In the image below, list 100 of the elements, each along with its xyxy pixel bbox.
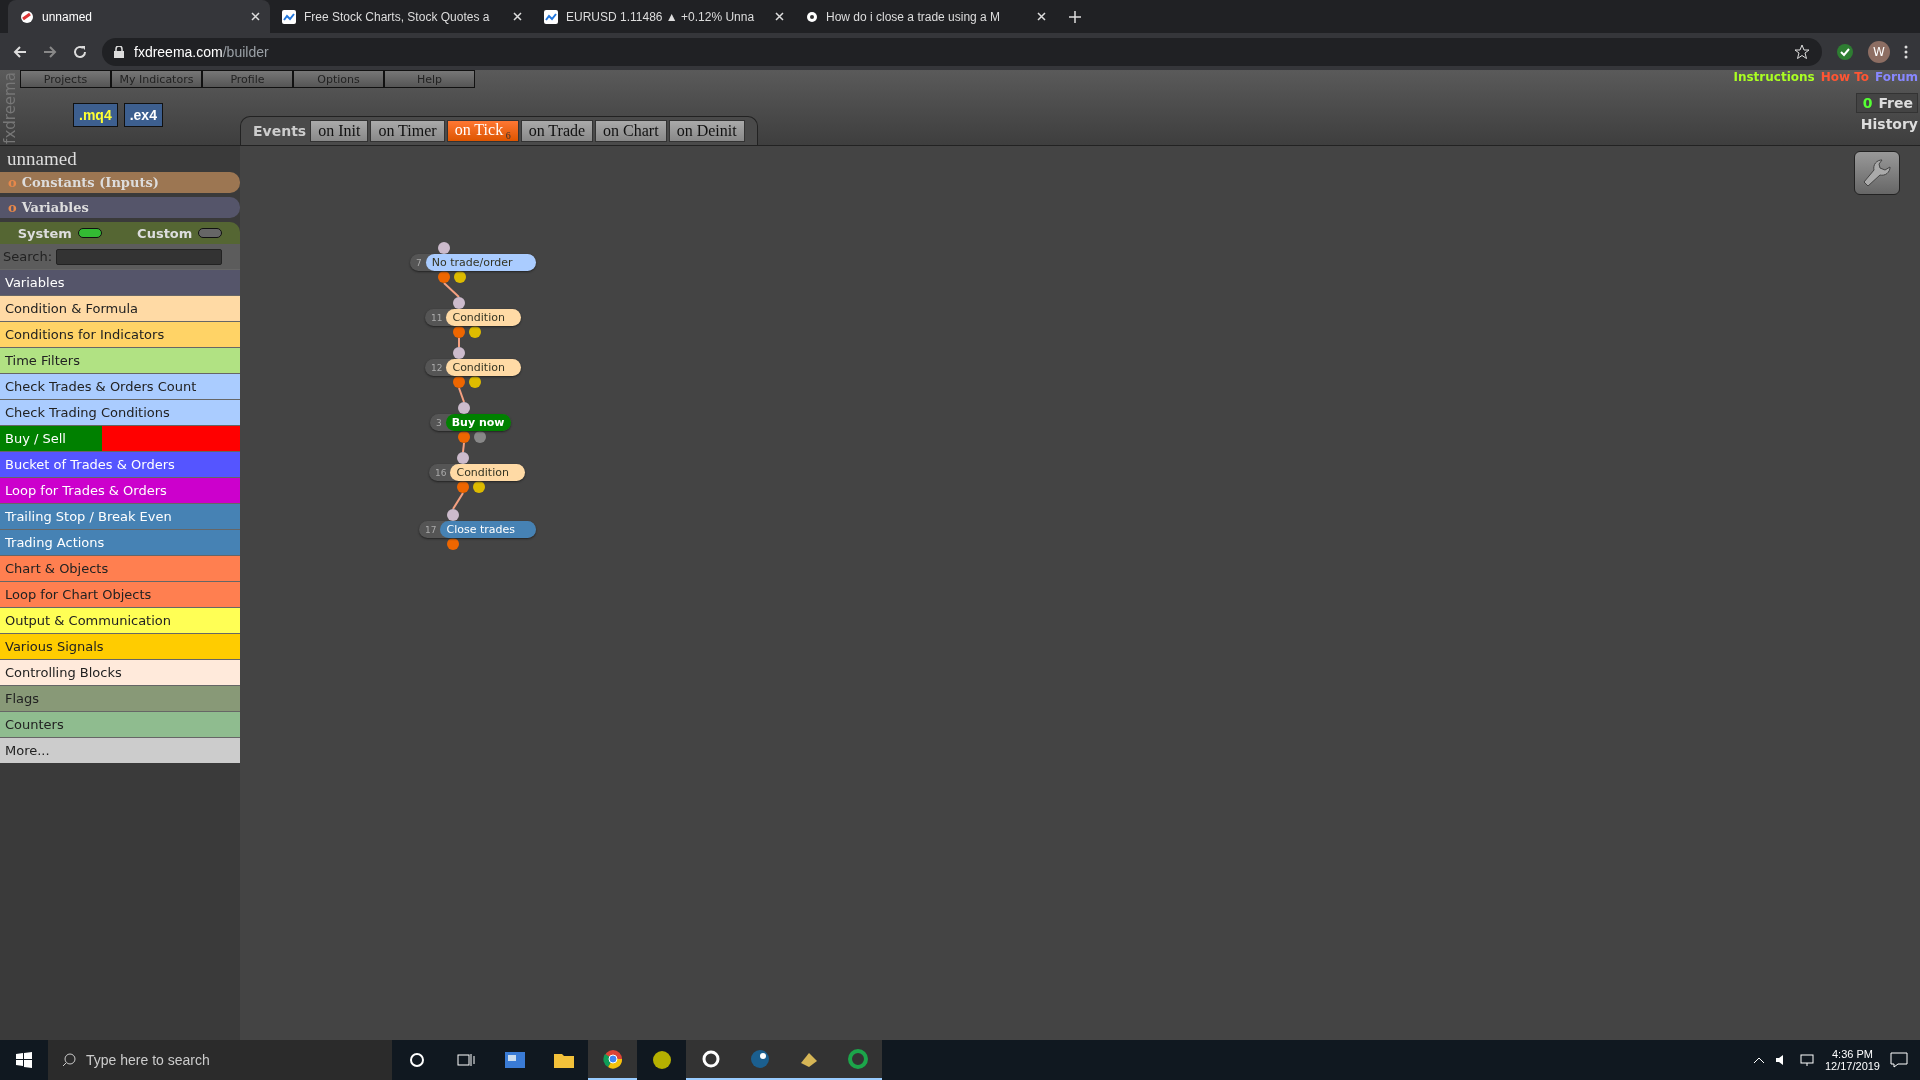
- category-item[interactable]: Check Trades & Orders Count: [0, 373, 240, 399]
- export-button[interactable]: .ex4: [123, 103, 163, 127]
- windows-icon[interactable]: [16, 1052, 32, 1068]
- plus-icon[interactable]: [1068, 10, 1082, 24]
- category-item[interactable]: Flags: [0, 685, 240, 711]
- lock-icon: [114, 45, 124, 58]
- category-item[interactable]: Loop for Chart Objects: [0, 581, 240, 607]
- address-field[interactable]: fxdreema.com/builder: [102, 37, 1822, 66]
- output-port[interactable]: [469, 376, 481, 388]
- free-counter: 0 Free: [1855, 93, 1918, 113]
- input-port[interactable]: [447, 509, 459, 521]
- toggle-label[interactable]: System: [17, 225, 102, 241]
- event-tab[interactable]: on Chart: [595, 120, 667, 142]
- browser-tab[interactable]: EURUSD 1.11486 ▲ +0.12% Unna: [532, 0, 794, 33]
- category-item[interactable]: Counters: [0, 711, 240, 737]
- output-port[interactable]: [453, 326, 465, 338]
- taskbar-search[interactable]: Type here to search: [48, 1040, 392, 1080]
- category-item[interactable]: Various Signals: [0, 633, 240, 659]
- output-port[interactable]: [469, 326, 481, 338]
- event-tab[interactable]: on Tick$_{6}$: [446, 120, 519, 142]
- flow-block[interactable]: 3 Buy now: [430, 414, 511, 431]
- taskbar-clock[interactable]: 4:36 PM 12/17/2019: [1824, 1048, 1880, 1072]
- logo-icon: [20, 9, 34, 24]
- search-field[interactable]: [56, 248, 223, 265]
- network-icon[interactable]: [1798, 1053, 1815, 1067]
- input-port[interactable]: [453, 297, 465, 309]
- event-tab[interactable]: on Timer: [370, 120, 445, 142]
- category-item[interactable]: Condition & Formula: [0, 295, 240, 321]
- flow-block[interactable]: 17 Close trades: [419, 521, 537, 538]
- category-item[interactable]: Buy / Sell: [0, 425, 102, 451]
- circle-icon: [806, 10, 818, 23]
- output-port[interactable]: [473, 481, 485, 493]
- search-icon: [62, 1053, 76, 1067]
- flow-block[interactable]: 11 Condition: [425, 309, 522, 326]
- export-button[interactable]: .mq4: [73, 103, 118, 127]
- category-item[interactable]: Variables: [0, 269, 240, 295]
- notification-icon[interactable]: [1890, 1052, 1908, 1068]
- category-item[interactable]: Time Filters: [0, 347, 240, 373]
- output-port[interactable]: [447, 538, 459, 550]
- profile-avatar[interactable]: W: [1868, 40, 1890, 63]
- output-port[interactable]: [458, 431, 470, 443]
- back-icon[interactable]: [12, 43, 28, 60]
- folder-icon[interactable]: [553, 1052, 574, 1068]
- category-swatch[interactable]: [102, 425, 240, 451]
- circle-app-icon[interactable]: [847, 1049, 868, 1069]
- reload-icon[interactable]: [72, 43, 88, 60]
- event-tab[interactable]: on Trade: [520, 120, 594, 142]
- category-item[interactable]: Loop for Trades & Orders: [0, 477, 240, 503]
- history-link[interactable]: History: [1860, 116, 1918, 132]
- ring-icon[interactable]: [700, 1049, 721, 1069]
- app-icon[interactable]: [504, 1052, 525, 1068]
- section-header[interactable]: o Variables: [0, 197, 240, 218]
- header-link[interactable]: Instructions: [1733, 70, 1815, 84]
- output-port[interactable]: [438, 271, 450, 283]
- settings-button[interactable]: [1854, 151, 1900, 195]
- menu-icon[interactable]: [1904, 44, 1908, 59]
- output-port[interactable]: [474, 431, 486, 443]
- task-view-icon[interactable]: [456, 1052, 475, 1068]
- category-item[interactable]: Controlling Blocks: [0, 659, 240, 685]
- category-item[interactable]: More...: [0, 737, 240, 763]
- category-item[interactable]: Bucket of Trades & Orders: [0, 451, 240, 477]
- browser-icon[interactable]: [602, 1049, 623, 1069]
- close-icon[interactable]: [251, 12, 260, 21]
- vertical-logo: fxdreema: [1, 71, 19, 144]
- event-tab[interactable]: on Init: [310, 120, 369, 142]
- category-item[interactable]: Conditions for Indicators: [0, 321, 240, 347]
- browser-tab[interactable]: Free Stock Charts, Stock Quotes a: [270, 0, 532, 33]
- flow-block[interactable]: 16 Condition: [429, 464, 526, 481]
- flow-block[interactable]: 12 Condition: [425, 359, 522, 376]
- flow-block[interactable]: 7 No trade/order: [410, 254, 536, 271]
- category-item[interactable]: Chart & Objects: [0, 555, 240, 581]
- category-item[interactable]: Trading Actions: [0, 529, 240, 555]
- close-icon[interactable]: [513, 12, 522, 21]
- close-icon[interactable]: [1037, 12, 1046, 21]
- output-port[interactable]: [454, 271, 466, 283]
- category-item[interactable]: Trailing Stop / Break Even: [0, 503, 240, 529]
- output-port[interactable]: [457, 481, 469, 493]
- check-icon[interactable]: [1836, 42, 1854, 61]
- category-item[interactable]: Check Trading Conditions: [0, 399, 240, 425]
- forward-icon[interactable]: [42, 43, 58, 60]
- steam-icon[interactable]: [749, 1049, 770, 1069]
- input-port[interactable]: [457, 452, 469, 464]
- star-icon[interactable]: [1794, 43, 1810, 60]
- input-port[interactable]: [458, 402, 470, 414]
- output-port[interactable]: [453, 376, 465, 388]
- category-item[interactable]: Output & Communication: [0, 607, 240, 633]
- caret-icon[interactable]: [1752, 1056, 1765, 1064]
- input-port[interactable]: [438, 242, 450, 254]
- coin-icon[interactable]: [651, 1050, 672, 1070]
- browser-tab[interactable]: How do i close a trade using a M: [794, 0, 1056, 33]
- event-tab[interactable]: on Deinit: [668, 120, 745, 142]
- project-title: unnamed: [6, 147, 78, 171]
- browser-tab[interactable]: unnamed: [8, 0, 270, 33]
- chart-icon: [282, 9, 296, 24]
- cortana-icon[interactable]: [408, 1052, 425, 1068]
- close-icon[interactable]: [775, 12, 784, 21]
- chart-icon: [544, 9, 558, 24]
- input-port[interactable]: [453, 347, 465, 359]
- events-label: Events: [253, 123, 307, 139]
- toggle-label[interactable]: Custom: [137, 225, 223, 241]
